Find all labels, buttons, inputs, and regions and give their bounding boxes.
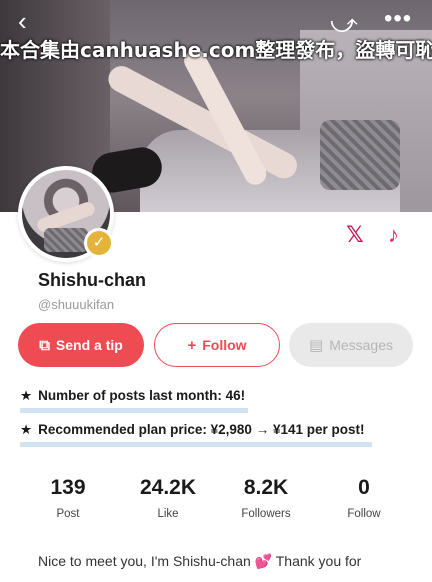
stat-posts[interactable]: 139 Post (28, 476, 108, 520)
send-tip-label: Send a tip (55, 337, 123, 353)
stat-value: 24.2K (139, 476, 197, 499)
posts-last-month-info: ★ Number of posts last month: 46! (20, 388, 248, 413)
share-icon[interactable]: ⤻ (330, 10, 358, 36)
watermark-text: 本合集由canhuashe.com整理發布，盜轉可恥 (0, 38, 432, 62)
stat-value: 0 (358, 476, 370, 499)
stat-value: 139 (50, 476, 86, 499)
stat-following[interactable]: 0 Follow (324, 476, 404, 520)
more-options-icon[interactable]: ••• (384, 6, 412, 32)
verified-badge-icon: ✓ (84, 228, 114, 258)
profile-name: Shishu-chan (38, 270, 147, 290)
tip-icon: ⧉ (39, 336, 50, 354)
profile-bio: Nice to meet you, I'm Shishu-chan 💕 Than… (38, 553, 362, 569)
posts-last-month-text: Number of posts last month: 46! (38, 388, 246, 403)
stat-likes: 24.2K Like (128, 476, 208, 520)
stat-value: 8.2K (243, 476, 289, 499)
stat-followers[interactable]: 8.2K Followers (226, 476, 306, 520)
plan-price-info: ★ Recommended plan price: ¥2,980 → ¥141 p… (20, 422, 372, 447)
star-icon: ★ (20, 388, 33, 403)
stat-label: Follow (347, 508, 381, 520)
stat-label: Like (157, 508, 179, 520)
back-icon[interactable]: ‹ (18, 8, 27, 34)
stat-label: Post (56, 508, 80, 520)
follow-label: Follow (202, 337, 247, 353)
messages-label: Messages (329, 337, 393, 353)
plan-price-text: Recommended plan price: ¥2,980 → ¥141 pe… (38, 422, 365, 437)
follow-button[interactable]: + Follow (154, 323, 280, 367)
plus-icon: + (187, 336, 197, 354)
stat-label: Followers (241, 508, 291, 520)
messages-button[interactable]: ▤ Messages (289, 323, 413, 367)
star-icon: ★ (20, 422, 33, 437)
profile-handle: @shuuukifan (38, 297, 115, 312)
message-icon: ▤ (309, 337, 324, 354)
x-social-icon[interactable]: 𝕏 (346, 222, 364, 248)
tiktok-social-icon[interactable]: ♪ (388, 222, 399, 248)
send-tip-button[interactable]: ⧉ Send a tip (18, 323, 144, 367)
